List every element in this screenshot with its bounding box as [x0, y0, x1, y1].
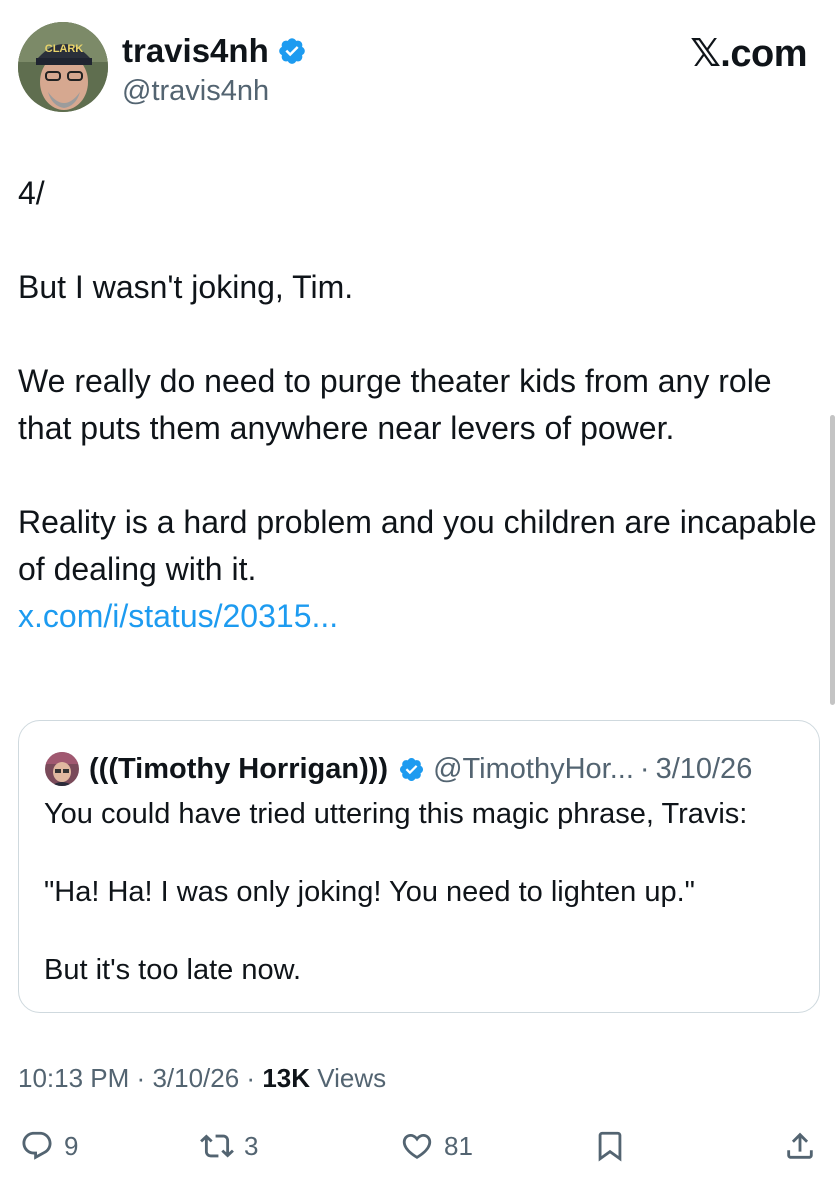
views-count: 13K	[262, 1063, 311, 1093]
bookmark-icon	[598, 1131, 622, 1162]
like-button[interactable]: 81	[400, 1124, 473, 1168]
author-display-name[interactable]: travis4nh	[122, 32, 269, 70]
bookmark-button[interactable]	[593, 1124, 627, 1168]
scrollbar[interactable]	[830, 415, 835, 705]
author-display-name-row[interactable]: travis4nh	[122, 32, 307, 70]
x-logo: 𝕏.com	[690, 33, 807, 75]
verified-badge-icon	[278, 38, 305, 64]
quoted-handle: @TimothyHor...	[433, 752, 634, 785]
avatar-image: CLARK	[18, 22, 108, 112]
like-count: 81	[444, 1130, 473, 1161]
tweet-link[interactable]: x.com/i/status/20315...	[18, 598, 338, 634]
quoted-verified-badge-icon	[400, 757, 424, 781]
quoted-date: 3/10/26	[655, 752, 753, 785]
quoted-avatar-image	[45, 752, 79, 786]
quoted-author-avatar	[45, 752, 79, 786]
repost-count: 3	[244, 1130, 259, 1161]
tweet-body-text: 4/ But I wasn't joking, Tim. We really d…	[18, 175, 817, 587]
reply-count: 9	[64, 1130, 79, 1161]
share-icon	[787, 1132, 813, 1159]
share-button[interactable]	[783, 1124, 817, 1168]
meta-separator-2: ·	[246, 1063, 256, 1093]
repost-button[interactable]: 3	[200, 1124, 258, 1168]
author-avatar[interactable]: CLARK	[18, 22, 108, 112]
quoted-tweet-card[interactable]: (((Timothy Horrigan))) @TimothyHor... · …	[18, 720, 820, 1013]
tweet-text: 4/ But I wasn't joking, Tim. We really d…	[18, 170, 818, 640]
reply-button[interactable]: 9	[20, 1124, 78, 1168]
views-label: Views	[317, 1063, 387, 1093]
quoted-tweet-text: You could have tried uttering this magic…	[44, 798, 748, 986]
repost-icon	[200, 1134, 234, 1158]
reply-icon	[22, 1131, 52, 1160]
meta-separator-1: ·	[136, 1063, 146, 1093]
tweet-time[interactable]: 10:13 PM	[18, 1063, 129, 1093]
quoted-separator: ·	[639, 752, 650, 785]
tweet-date[interactable]: 3/10/26	[152, 1063, 239, 1093]
author-handle[interactable]: @travis4nh	[122, 74, 269, 108]
tweet-meta: 10:13 PM · 3/10/26 · 13K Views	[18, 1060, 386, 1096]
heart-icon	[402, 1133, 432, 1159]
quoted-display-name: (((Timothy Horrigan)))	[89, 752, 389, 785]
avatar-cap-text: CLARK	[45, 43, 84, 55]
quoted-tweet-header: (((Timothy Horrigan))) @TimothyHor... · …	[89, 749, 752, 789]
